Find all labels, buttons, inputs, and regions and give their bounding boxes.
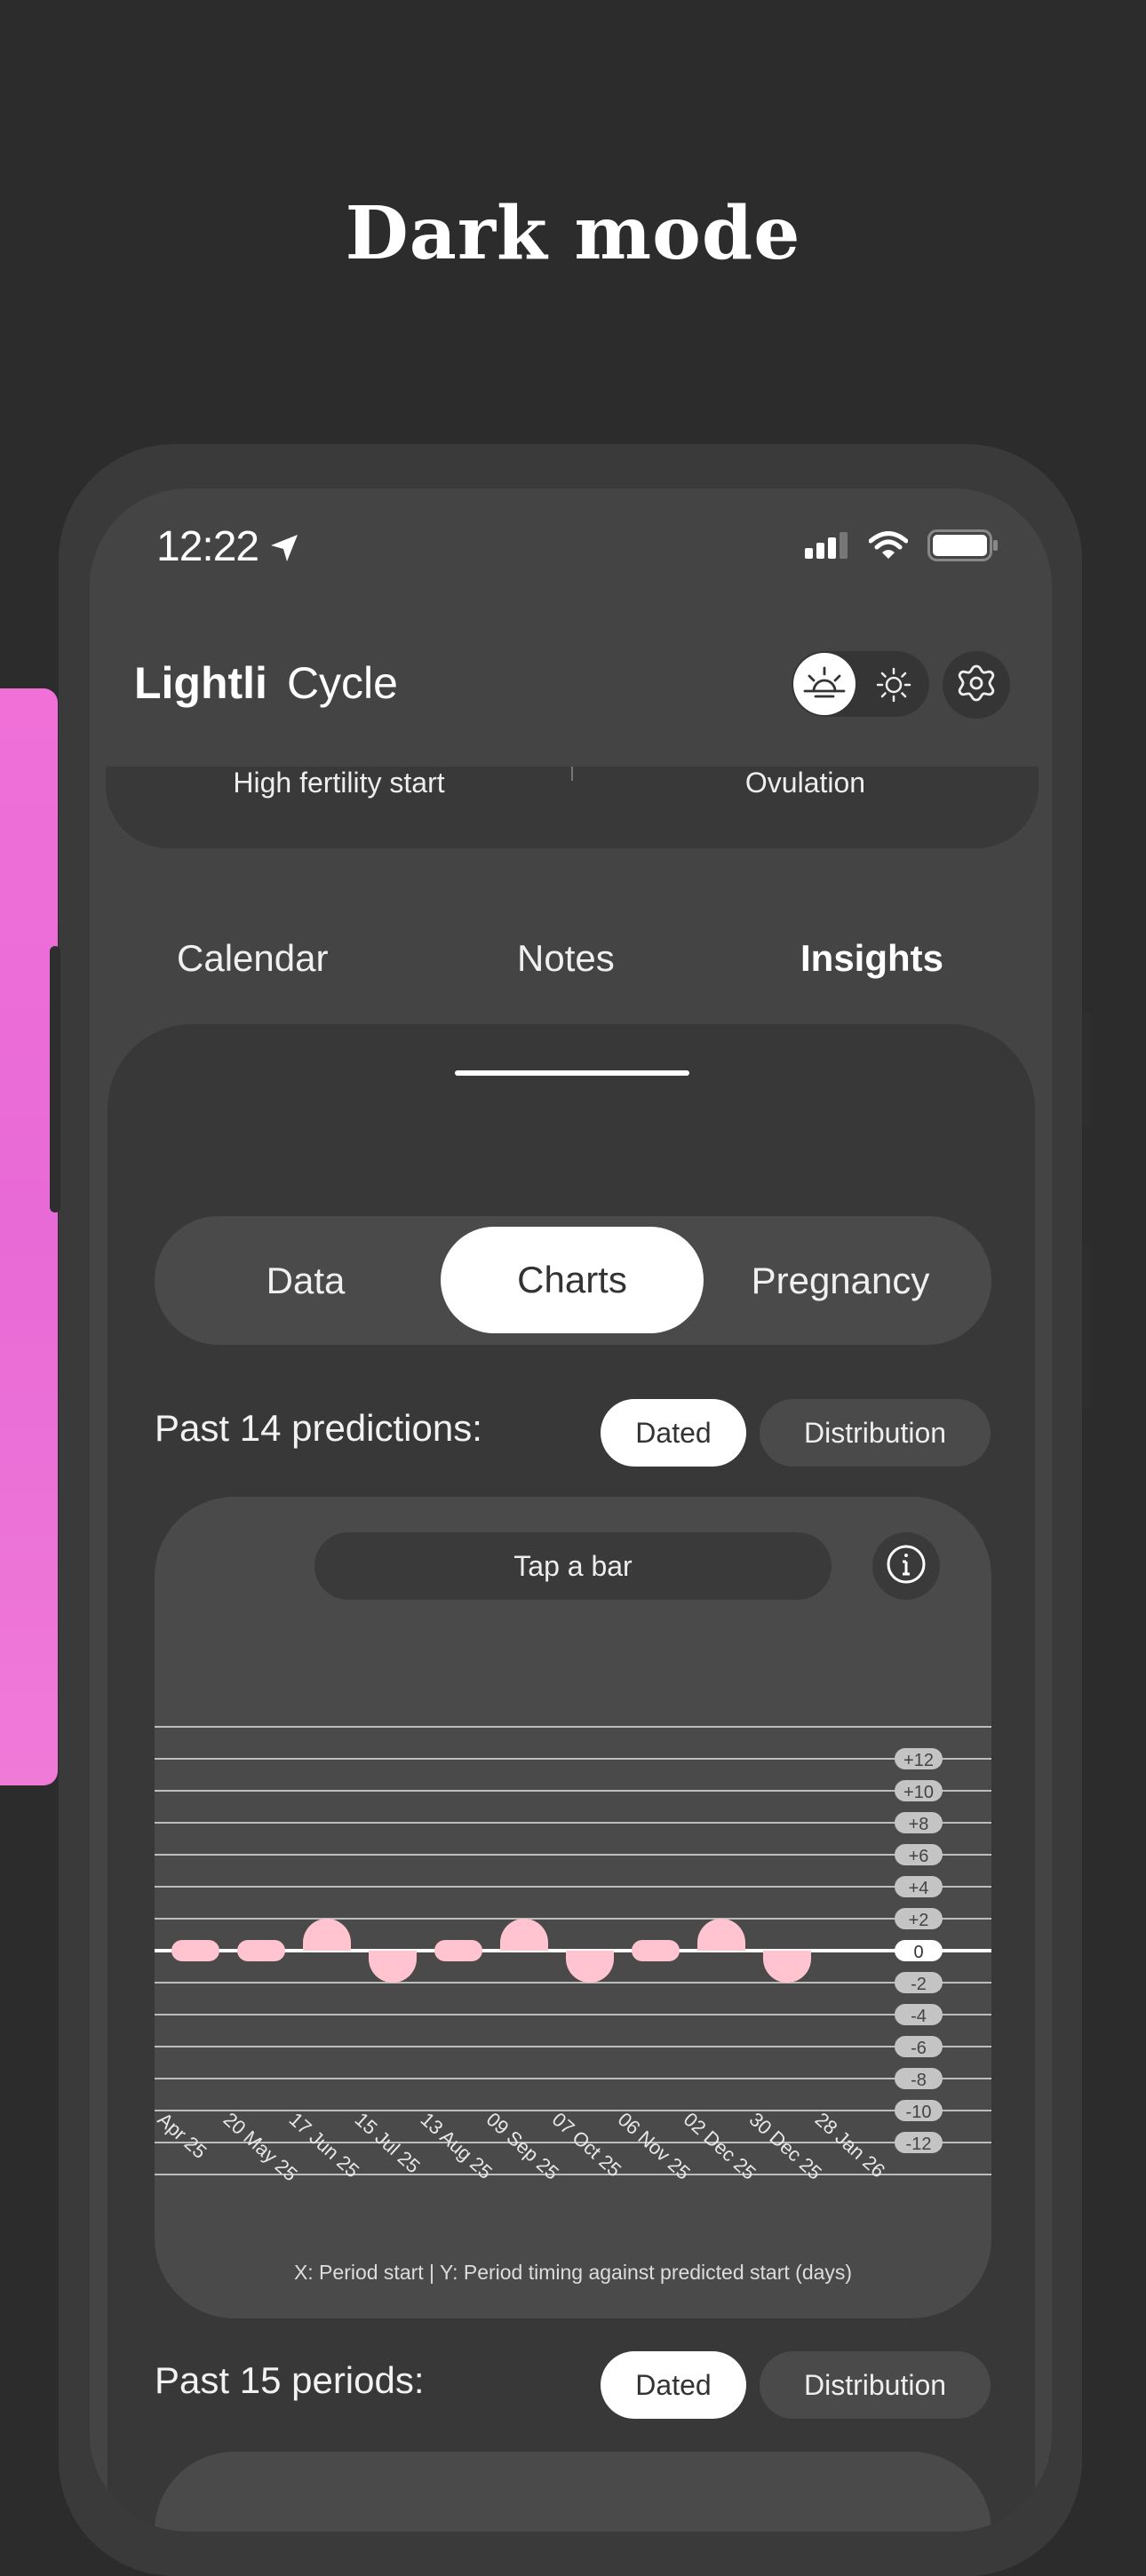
- y-tick-label: -4: [911, 2007, 927, 2026]
- chart-bar: [763, 1951, 811, 1983]
- chart-canvas: +12+10+8+6+4+20-2-4-6-8-10-12Apr 25 20 Ma…: [155, 1726, 991, 2185]
- y-tick-label: +4: [909, 1879, 929, 1898]
- periods-chart: [155, 2452, 991, 2532]
- insights-segmented-control: Data Charts Pregnancy: [155, 1216, 991, 1345]
- fertility-strip: High fertility start Ovulation: [106, 767, 1039, 848]
- y-tick-label: -6: [911, 2039, 927, 2058]
- app-title-bold: Lightli: [134, 658, 267, 708]
- status-time: 12:22: [156, 523, 259, 570]
- predictions-dated-button[interactable]: Dated: [601, 1399, 746, 1467]
- chart-bar: [171, 1940, 219, 1961]
- info-icon: [885, 1543, 927, 1590]
- x-tick-label: Apr 25: [155, 2108, 211, 2163]
- predictions-distribution-button[interactable]: Distribution: [760, 1399, 991, 1467]
- location-arrow-icon: [267, 531, 301, 569]
- gear-flower-icon: [956, 663, 997, 708]
- settings-button[interactable]: [943, 651, 1010, 719]
- x-tick-label: 06 Nov 25: [614, 2108, 695, 2184]
- segment-data[interactable]: Data: [172, 1216, 439, 1345]
- y-tick-label: -8: [911, 2071, 927, 2090]
- y-tick-label: -10: [906, 2103, 932, 2122]
- theme-toggle[interactable]: [792, 651, 929, 717]
- sun-icon: [876, 667, 911, 707]
- wifi-icon: [868, 531, 909, 564]
- chart-caption: X: Period start | Y: Period timing again…: [293, 2261, 853, 2284]
- tab-notes[interactable]: Notes: [517, 937, 615, 980]
- periods-dated-button[interactable]: Dated: [601, 2351, 746, 2419]
- app-title-light: Cycle: [286, 658, 398, 708]
- tap-a-bar-prompt: Tap a bar: [314, 1532, 832, 1600]
- ovulation-label: Ovulation: [744, 767, 866, 799]
- chart-bar: [434, 1940, 482, 1961]
- y-tick-label: -2: [911, 1975, 927, 1994]
- page-headline: Dark mode: [345, 191, 801, 276]
- chart-bar: [500, 1919, 548, 1951]
- phone-side-button: [1082, 1013, 1091, 1128]
- phone-screen: 12:22 Lightli Cycle High fertility start…: [90, 489, 1052, 2532]
- app-title: Lightli Cycle: [134, 657, 398, 709]
- y-tick-label: +10: [903, 1783, 934, 1802]
- tab-calendar[interactable]: Calendar: [177, 937, 328, 980]
- chart-bar: [697, 1919, 745, 1951]
- y-tick-label: +2: [909, 1911, 929, 1930]
- sunrise-icon: [793, 653, 856, 715]
- x-tick-label: 02 Dec 25: [680, 2108, 760, 2184]
- side-preview-card: [0, 688, 58, 1785]
- predictions-title: Past 14 predictions:: [155, 1407, 482, 1449]
- status-icons: [805, 529, 999, 566]
- y-tick-label: +6: [909, 1847, 929, 1866]
- y-tick-label: +8: [909, 1815, 929, 1834]
- chart-bar: [566, 1951, 614, 1983]
- panel-grabber[interactable]: [455, 1070, 689, 1076]
- chart-bar: [303, 1919, 351, 1951]
- high-fertility-start-label: High fertility start: [233, 767, 445, 799]
- periods-title: Past 15 periods:: [155, 2359, 425, 2401]
- signal-icon: [805, 532, 849, 563]
- segment-charts[interactable]: Charts: [441, 1227, 704, 1333]
- chart-bar: [632, 1940, 680, 1961]
- predictions-chart: +12 +10 +8 +6 +4 +2 0 -2 -4 -6 -8 -10 -12 Apr 25 20 Ma…: [155, 1497, 991, 2318]
- tab-insights[interactable]: Insights: [800, 937, 943, 980]
- y-tick-label: +12: [903, 1751, 934, 1770]
- chart-bar: [237, 1940, 285, 1961]
- y-tick-label: -12: [906, 2135, 932, 2154]
- chart-bar: [369, 1951, 417, 1983]
- battery-icon: [927, 529, 999, 566]
- x-tick-label: 09 Sep 25: [482, 2108, 563, 2184]
- periods-distribution-button[interactable]: Distribution: [760, 2351, 991, 2419]
- x-tick-label: 30 Dec 25: [745, 2108, 826, 2184]
- phone-power-button: [1082, 1244, 1091, 1408]
- segment-pregnancy[interactable]: Pregnancy: [707, 1216, 974, 1345]
- x-tick-label: 13 Aug 25: [417, 2108, 497, 2183]
- phone-volume-button: [50, 946, 60, 1212]
- chart-info-button[interactable]: [872, 1532, 940, 1600]
- y-tick-label: 0: [913, 1943, 923, 1962]
